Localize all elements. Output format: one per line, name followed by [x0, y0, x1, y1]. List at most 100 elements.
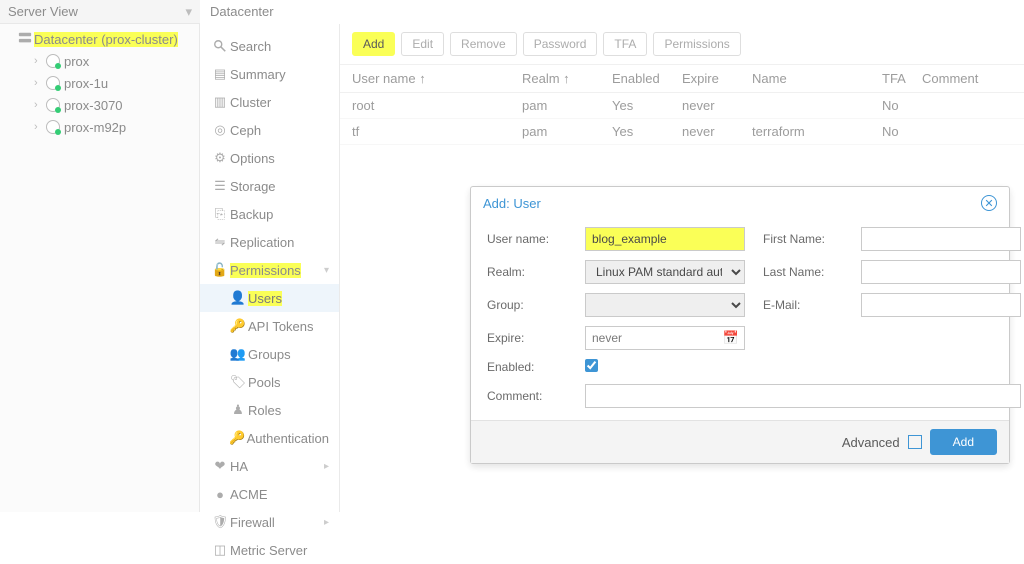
- server-view-header[interactable]: Server View ▾: [0, 0, 200, 24]
- col-realm-header[interactable]: Realm ↑: [522, 71, 612, 86]
- tree-node-label: prox-1u: [64, 76, 108, 91]
- tags-icon: 🏷: [228, 374, 248, 390]
- menu-label: Replication: [230, 235, 294, 250]
- menu-groups[interactable]: 👥Groups: [200, 340, 339, 368]
- dialog-add-button[interactable]: Add: [930, 429, 997, 455]
- col-tfa-header[interactable]: TFA: [882, 71, 922, 86]
- node-icon: [46, 120, 60, 134]
- comment-label: Comment:: [487, 389, 567, 403]
- menu-label: Users: [248, 291, 282, 306]
- email-input[interactable]: [861, 293, 1021, 317]
- table-row[interactable]: root pam Yes never No: [340, 93, 1024, 119]
- users-table-header: User name ↑ Realm ↑ Enabled Expire Name …: [340, 65, 1024, 93]
- cell-expire: never: [682, 124, 752, 139]
- lock-icon: 🔓: [210, 262, 230, 278]
- calendar-icon[interactable]: 📅: [723, 330, 739, 346]
- firstname-label: First Name:: [763, 232, 843, 246]
- tree-node-label: prox-3070: [64, 98, 123, 113]
- enabled-label: Enabled:: [487, 360, 567, 374]
- menu-roles[interactable]: ♟Roles: [200, 396, 339, 424]
- menu-users[interactable]: 👤Users: [200, 284, 339, 312]
- username-input[interactable]: [585, 227, 745, 251]
- server-view-label: Server View: [8, 4, 78, 19]
- cell-name: terraform: [752, 124, 882, 139]
- dialog-body: User name: First Name: Realm: Linux PAM …: [471, 219, 1009, 420]
- tree-node[interactable]: › prox-1u: [0, 72, 199, 94]
- server-tree: Datacenter (prox-cluster) › prox › prox-…: [0, 24, 200, 512]
- tree-root-datacenter[interactable]: Datacenter (prox-cluster): [0, 28, 199, 50]
- menu-label: Authentication: [247, 431, 329, 446]
- menu-pools[interactable]: 🏷Pools: [200, 368, 339, 396]
- person-icon: ♟: [228, 402, 248, 418]
- expand-icon: ›: [34, 99, 46, 111]
- panel-title: Datacenter: [210, 4, 274, 19]
- tree-node-label: prox: [64, 54, 89, 69]
- menu-label: Ceph: [230, 123, 261, 138]
- menu-label: Options: [230, 151, 275, 166]
- key-icon: 🔑: [228, 318, 248, 334]
- dialog-footer: Advanced Add: [471, 420, 1009, 463]
- menu-api-tokens[interactable]: 🔑API Tokens: [200, 312, 339, 340]
- tfa-button[interactable]: TFA: [603, 32, 647, 56]
- menu-label: Firewall: [230, 515, 275, 530]
- tree-node[interactable]: › prox-3070: [0, 94, 199, 116]
- realm-label: Realm:: [487, 265, 567, 279]
- menu-replication[interactable]: ⇋Replication: [200, 228, 339, 256]
- menu-label: Storage: [230, 179, 276, 194]
- col-expire-header[interactable]: Expire: [682, 71, 752, 86]
- comment-input[interactable]: [585, 384, 1021, 408]
- menu-backup[interactable]: ⎘Backup: [200, 200, 339, 228]
- menu-metric[interactable]: ◫Metric Server: [200, 536, 339, 564]
- menu-acme[interactable]: ●ACME: [200, 480, 339, 508]
- password-button[interactable]: Password: [523, 32, 598, 56]
- enabled-checkbox[interactable]: [585, 359, 598, 372]
- search-icon: [210, 39, 230, 53]
- tree-node[interactable]: › prox: [0, 50, 199, 72]
- menu-label: Roles: [248, 403, 281, 418]
- cell-comment: [922, 124, 1012, 139]
- edit-button[interactable]: Edit: [401, 32, 444, 56]
- menu-options[interactable]: ⚙Options: [200, 144, 339, 172]
- col-name-header[interactable]: Name: [752, 71, 882, 86]
- menu-search[interactable]: Search: [200, 32, 339, 60]
- menu-ceph[interactable]: ◎Ceph: [200, 116, 339, 144]
- table-row[interactable]: tf pam Yes never terraform No: [340, 119, 1024, 145]
- remove-button[interactable]: Remove: [450, 32, 517, 56]
- expand-icon: ›: [34, 77, 46, 89]
- dialog-title-bar: Add: User ✕: [471, 187, 1009, 219]
- book-icon: ▤: [210, 66, 230, 82]
- expire-input[interactable]: [585, 326, 745, 350]
- firstname-input[interactable]: [861, 227, 1021, 251]
- cell-tfa: No: [882, 124, 922, 139]
- realm-select[interactable]: Linux PAM standard aut: [585, 260, 745, 284]
- menu-storage[interactable]: ☰Storage: [200, 172, 339, 200]
- datacenter-icon: [16, 31, 34, 48]
- menu-permissions[interactable]: 🔓Permissions▾: [200, 256, 339, 284]
- permissions-button[interactable]: Permissions: [653, 32, 740, 56]
- menu-firewall[interactable]: 🛡Firewall▸: [200, 508, 339, 536]
- menu-label: Cluster: [230, 95, 271, 110]
- col-comment-header[interactable]: Comment: [922, 71, 1012, 86]
- group-select[interactable]: [585, 293, 745, 317]
- menu-label: Pools: [248, 375, 281, 390]
- lastname-input[interactable]: [861, 260, 1021, 284]
- menu-summary[interactable]: ▤Summary: [200, 60, 339, 88]
- menu-label: Permissions: [230, 263, 301, 278]
- chevron-right-icon: ▸: [324, 517, 329, 528]
- cell-expire: never: [682, 98, 752, 113]
- menu-cluster[interactable]: ▥Cluster: [200, 88, 339, 116]
- menu-label: Summary: [230, 67, 286, 82]
- gear-icon: ⚙: [210, 150, 230, 166]
- add-button[interactable]: Add: [352, 32, 395, 56]
- cell-enabled: Yes: [612, 124, 682, 139]
- close-icon[interactable]: ✕: [981, 195, 997, 211]
- cell-comment: [922, 98, 1012, 113]
- tree-node[interactable]: › prox-m92p: [0, 116, 199, 138]
- advanced-checkbox[interactable]: [908, 435, 922, 449]
- col-user-header[interactable]: User name ↑: [352, 71, 522, 86]
- menu-ha[interactable]: ❤HA▸: [200, 452, 339, 480]
- menu-label: ACME: [230, 487, 268, 502]
- col-enabled-header[interactable]: Enabled: [612, 71, 682, 86]
- chevron-down-icon: ▾: [185, 4, 192, 20]
- menu-authentication[interactable]: 🔑Authentication: [200, 424, 339, 452]
